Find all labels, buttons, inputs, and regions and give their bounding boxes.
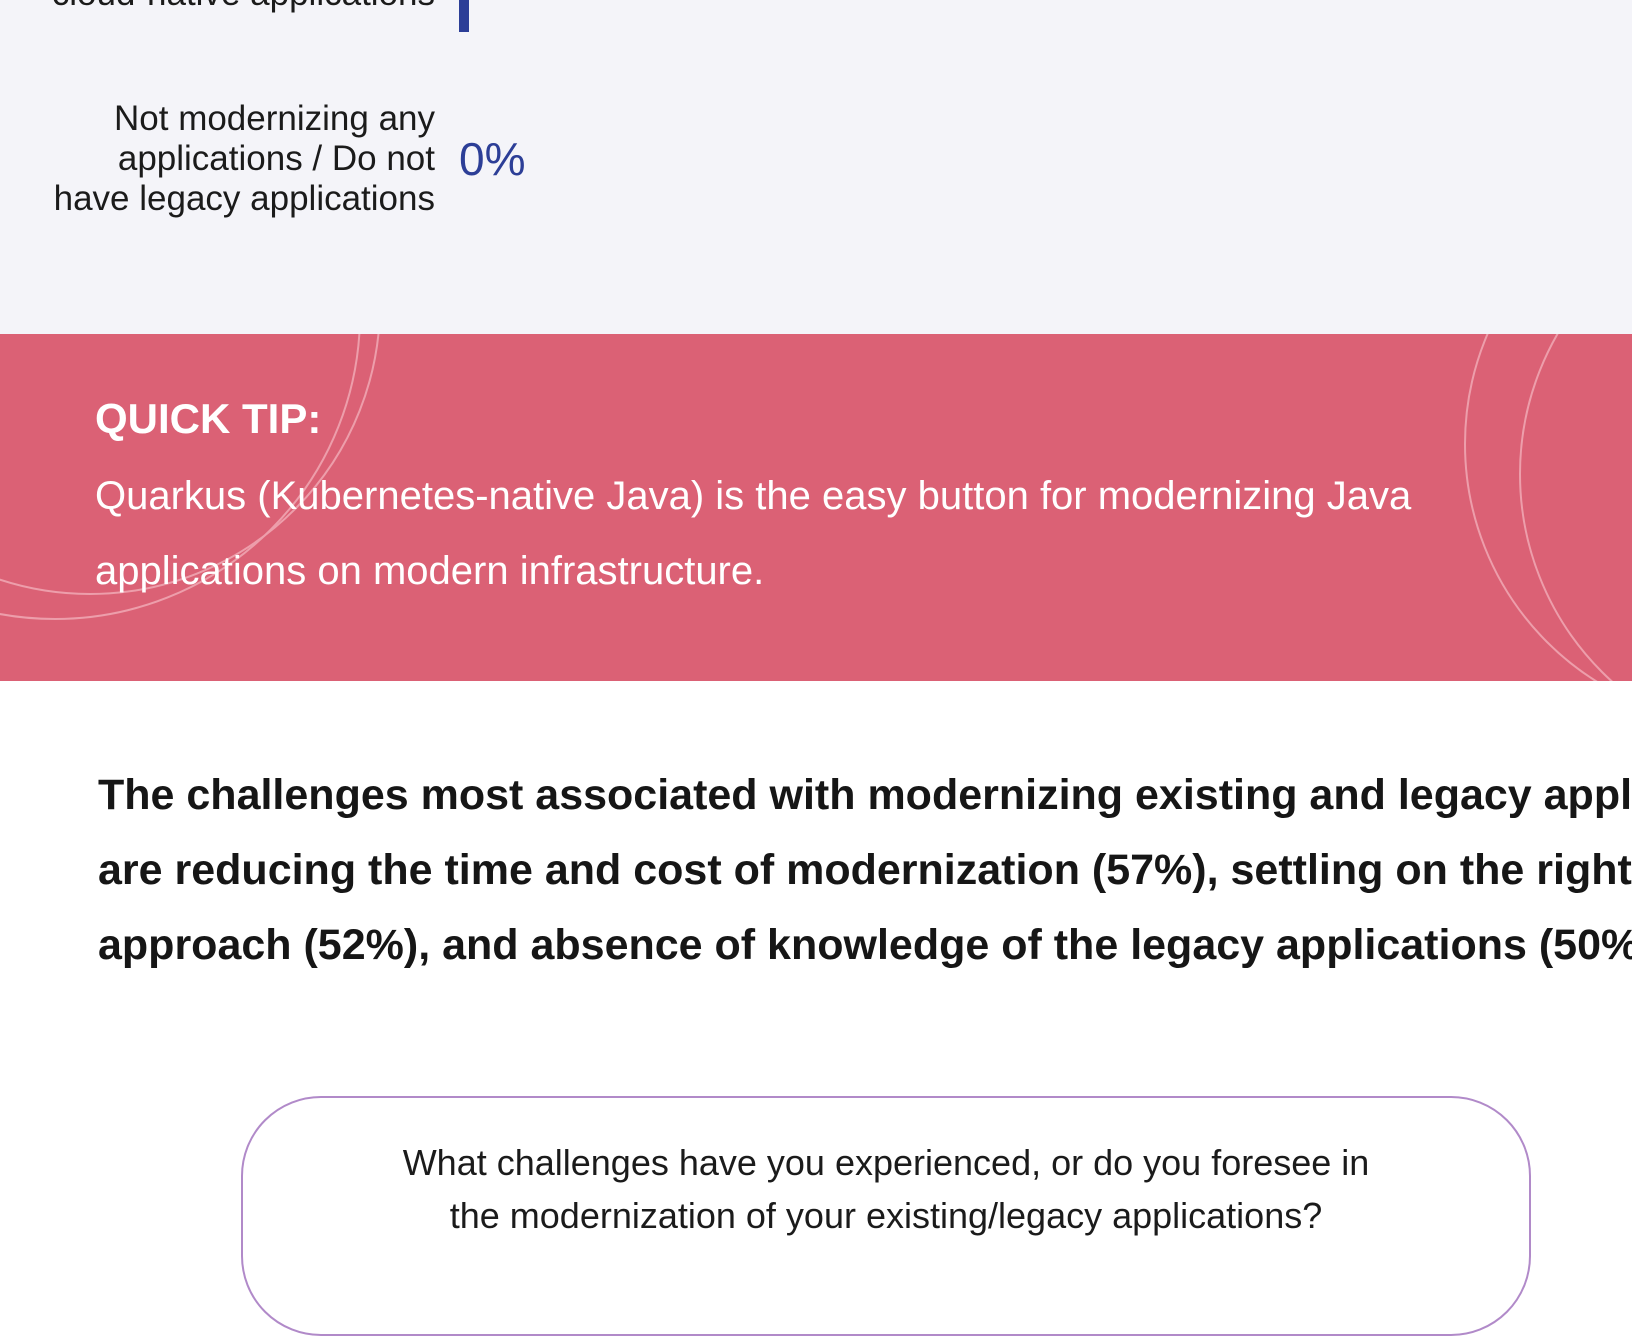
chart-section: cloud-native applications Not modernizin… xyxy=(0,0,1632,334)
bar-cloud-native xyxy=(459,0,469,32)
summary-line: The challenges most associated with mode… xyxy=(98,771,1632,819)
row-value-not-modernizing: 0% xyxy=(459,133,526,185)
row-label-cloud-native: cloud-native applications xyxy=(52,0,435,14)
row-label-line: have legacy applications xyxy=(53,179,435,218)
challenges-summary: The challenges most associated with mode… xyxy=(98,758,1632,983)
row-label-not-modernizing: Not modernizing any applications / Do no… xyxy=(54,99,435,219)
quick-tip-heading: QUICK TIP: xyxy=(95,395,322,442)
quick-tip-line: applications on modern infrastructure. xyxy=(95,549,765,593)
question-text: What challenges have you experienced, or… xyxy=(243,1136,1529,1242)
question-line: the modernization of your existing/legac… xyxy=(449,1195,1323,1236)
summary-line: are reducing the time and cost of modern… xyxy=(98,846,1632,894)
question-callout: What challenges have you experienced, or… xyxy=(241,1096,1531,1336)
row-label-line: Not modernizing any xyxy=(114,99,435,138)
quick-tip-line: Quarkus (Kubernetes-native Java) is the … xyxy=(95,474,1412,518)
question-line: What challenges have you experienced, or… xyxy=(402,1142,1370,1183)
quick-tip-banner: QUICK TIP: Quarkus (Kubernetes-native Ja… xyxy=(0,334,1632,681)
quick-tip-body: Quarkus (Kubernetes-native Java) is the … xyxy=(95,459,1615,609)
summary-line: approach (52%), and absence of knowledge… xyxy=(98,921,1632,969)
row-label-line: applications / Do not xyxy=(117,139,435,178)
